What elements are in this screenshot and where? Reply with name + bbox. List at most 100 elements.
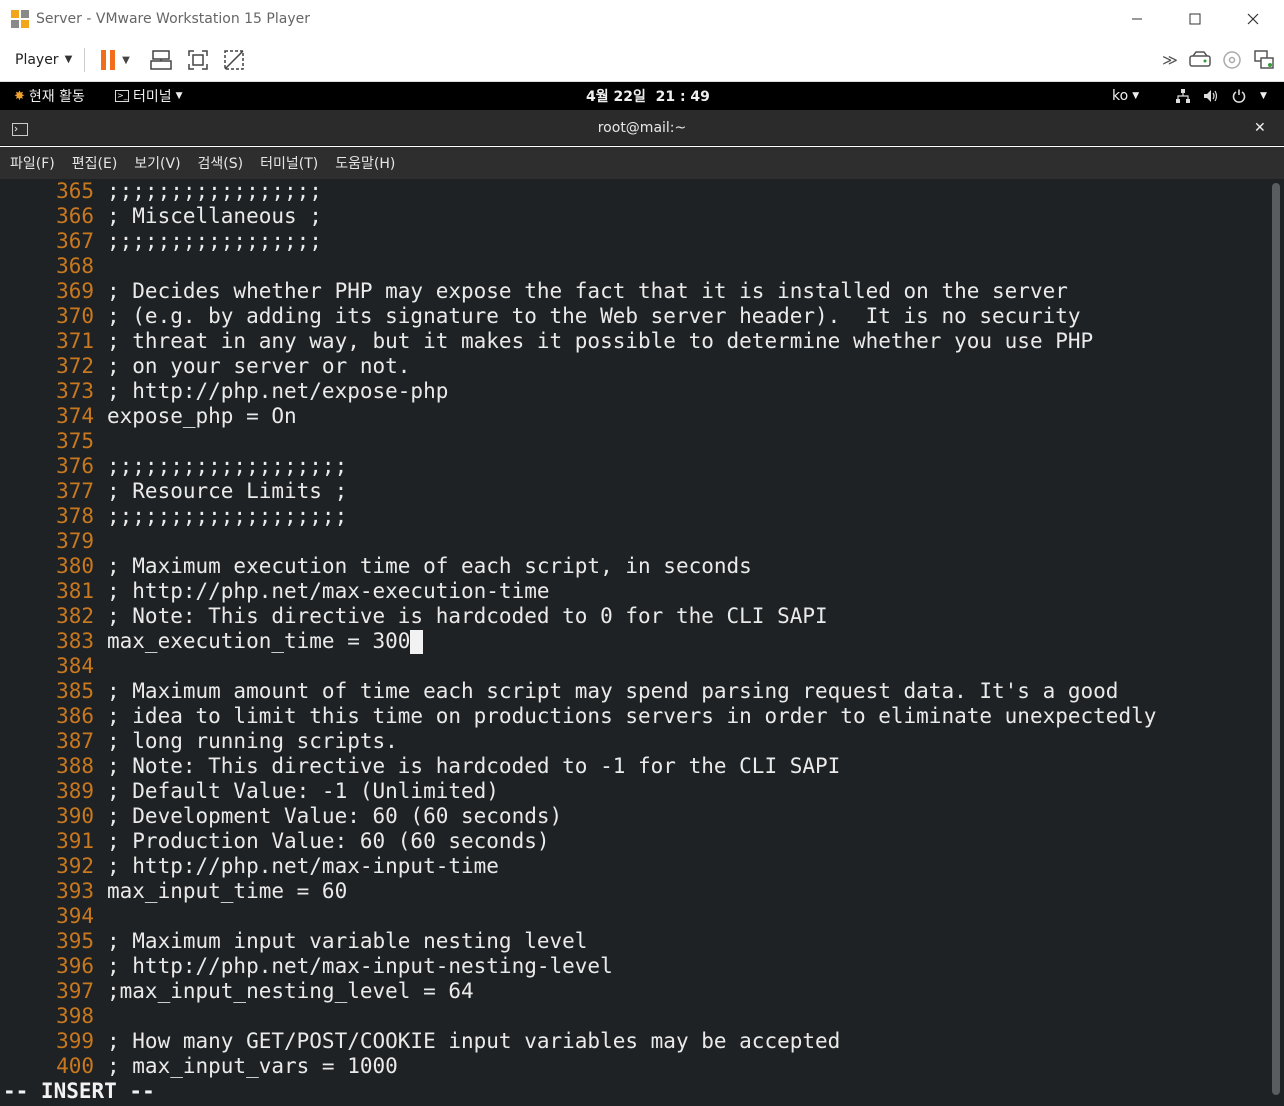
line-text: ; Maximum amount of time each script may…	[107, 679, 1119, 703]
line-text: ; idea to limit this time on productions…	[107, 704, 1157, 728]
double-chevron-right-icon[interactable]: ≫	[1156, 46, 1184, 74]
line-number: 386	[56, 704, 94, 728]
code-line: 393 max_input_time = 60	[0, 879, 1266, 904]
code-line: 396 ; http://php.net/max-input-nesting-le…	[0, 954, 1266, 979]
line-number: 365	[56, 179, 94, 203]
terminal-icon: >_	[115, 90, 129, 102]
line-text: ; Maximum execution time of each script,…	[107, 554, 752, 578]
activities-button[interactable]: ✸ 현재 활동	[14, 82, 85, 110]
close-button[interactable]	[1224, 0, 1282, 38]
menu-search[interactable]: 검색(S)	[198, 153, 244, 173]
terminal-content[interactable]: 365;;;;;;;;;;;;;;;;; 366; Miscellaneous ;…	[0, 179, 1284, 1106]
code-line: 384	[0, 654, 1266, 679]
maximize-button[interactable]	[1166, 0, 1224, 38]
terminal-title: root@mail:~	[597, 120, 687, 136]
send-ctrl-alt-del-icon[interactable]	[147, 46, 175, 74]
line-number: 367	[56, 229, 94, 253]
chevron-down-icon: ▼	[175, 91, 183, 101]
line-text: max_execution_time = 300	[107, 629, 411, 653]
menu-help[interactable]: 도움말(H)	[335, 153, 395, 173]
code-line: 395 ; Maximum input variable nesting leve…	[0, 929, 1266, 954]
chevron-down-icon: ▼	[1260, 91, 1267, 101]
line-number: 388	[56, 754, 94, 778]
line-text: ; Default Value: -1 (Unlimited)	[107, 779, 499, 803]
menu-terminal[interactable]: 터미널(T)	[260, 153, 318, 173]
line-number: 398	[56, 1004, 94, 1028]
language-selector[interactable]: ko ▼	[1112, 82, 1139, 110]
cd-rom-icon[interactable]	[1218, 46, 1246, 74]
line-number: 389	[56, 779, 94, 803]
network-wired-icon[interactable]	[1176, 82, 1190, 110]
line-number: 381	[56, 579, 94, 603]
code-line: 368	[0, 254, 1266, 279]
line-text: ;max_input_nesting_level = 64	[107, 979, 474, 1003]
line-number: 397	[56, 979, 94, 1003]
unity-mode-icon[interactable]	[220, 46, 248, 74]
code-line: 373 ; http://php.net/expose-php	[0, 379, 1266, 404]
code-line: 370 ; (e.g. by adding its signature to th…	[0, 304, 1266, 329]
gnome-top-bar: ✸ 현재 활동 >_ 터미널 ▼ 4월 22일 21 : 49 ko ▼ ▼	[0, 82, 1284, 110]
network-adapter-icon[interactable]	[1250, 46, 1278, 74]
toolbar-divider	[84, 48, 85, 72]
line-number: 384	[56, 654, 94, 678]
code-line: 377 ; Resource Limits ;	[0, 479, 1266, 504]
pause-dropdown-icon[interactable]: ▼	[118, 46, 134, 74]
code-line: 374 expose_php = On	[0, 404, 1266, 429]
terminal-close-icon[interactable]: ✕	[1254, 120, 1266, 136]
line-number: 373	[56, 379, 94, 403]
menu-file[interactable]: 파일(F)	[10, 153, 55, 173]
line-number: 377	[56, 479, 94, 503]
line-text: ;;;;;;;;;;;;;;;;;;;	[107, 504, 348, 528]
line-number: 370	[56, 304, 94, 328]
code-line: 365;;;;;;;;;;;;;;;;;	[0, 179, 1266, 204]
minimize-button[interactable]	[1108, 0, 1166, 38]
scrollbar-thumb[interactable]	[1272, 183, 1280, 1095]
line-text: ; (e.g. by adding its signature to the W…	[107, 304, 1081, 328]
line-number: 376	[56, 454, 94, 478]
terminal-scrollbar[interactable]	[1272, 179, 1280, 1106]
line-number: 394	[56, 904, 94, 928]
line-number: 391	[56, 829, 94, 853]
code-line: 366 ; Miscellaneous ;	[0, 204, 1266, 229]
clock[interactable]: 4월 22일 21 : 49	[586, 82, 710, 110]
app-menu-button[interactable]: >_ 터미널 ▼	[115, 82, 183, 110]
line-number: 380	[56, 554, 94, 578]
vmware-toolbar: Player ▼ ▼ ≫	[0, 38, 1284, 82]
chevron-down-icon: ▼	[1132, 91, 1140, 101]
player-menu-label: Player	[15, 51, 59, 68]
line-text: max_input_time = 60	[107, 879, 348, 903]
code-line: 389 ; Default Value: -1 (Unlimited)	[0, 779, 1266, 804]
line-number: 372	[56, 354, 94, 378]
volume-icon[interactable]	[1203, 82, 1219, 110]
fullscreen-icon[interactable]	[184, 46, 212, 74]
line-number: 383	[56, 629, 94, 653]
line-number: 368	[56, 254, 94, 278]
line-text: ;;;;;;;;;;;;;;;;;	[107, 179, 322, 203]
code-line: 392 ; http://php.net/max-input-time	[0, 854, 1266, 879]
line-text: ; Decides whether PHP may expose the fac…	[107, 279, 1068, 303]
player-menu-button[interactable]: Player ▼	[15, 52, 72, 68]
line-text: ; Miscellaneous ;	[107, 204, 322, 228]
vmware-title-bar: Server - VMware Workstation 15 Player	[0, 0, 1284, 38]
code-line: 383 max_execution_time = 300	[0, 629, 1266, 654]
line-text: ;;;;;;;;;;;;;;;;;;;	[107, 454, 348, 478]
menu-view[interactable]: 보기(V)	[134, 153, 180, 173]
menu-edit[interactable]: 편집(E)	[72, 153, 118, 173]
line-number: 387	[56, 729, 94, 753]
code-line: 386 ; idea to limit this time on producti…	[0, 704, 1266, 729]
power-icon[interactable]: ▼	[1232, 82, 1267, 110]
code-line: 390 ; Development Value: 60 (60 seconds)	[0, 804, 1266, 829]
line-number: 399	[56, 1029, 94, 1053]
code-line: 391 ; Production Value: 60 (60 seconds)	[0, 829, 1266, 854]
line-number: 390	[56, 804, 94, 828]
line-number: 371	[56, 329, 94, 353]
code-line: 372 ; on your server or not.	[0, 354, 1266, 379]
vim-mode-indicator: -- INSERT --	[3, 1079, 155, 1103]
line-text: expose_php = On	[107, 404, 297, 428]
hard-disk-icon[interactable]	[1186, 46, 1214, 74]
code-line: 371 ; threat in any way, but it makes it …	[0, 329, 1266, 354]
line-number: 400	[56, 1054, 94, 1078]
line-text: ; max_input_vars = 1000	[107, 1054, 398, 1078]
code-line: 394	[0, 904, 1266, 929]
text-cursor	[410, 630, 424, 654]
